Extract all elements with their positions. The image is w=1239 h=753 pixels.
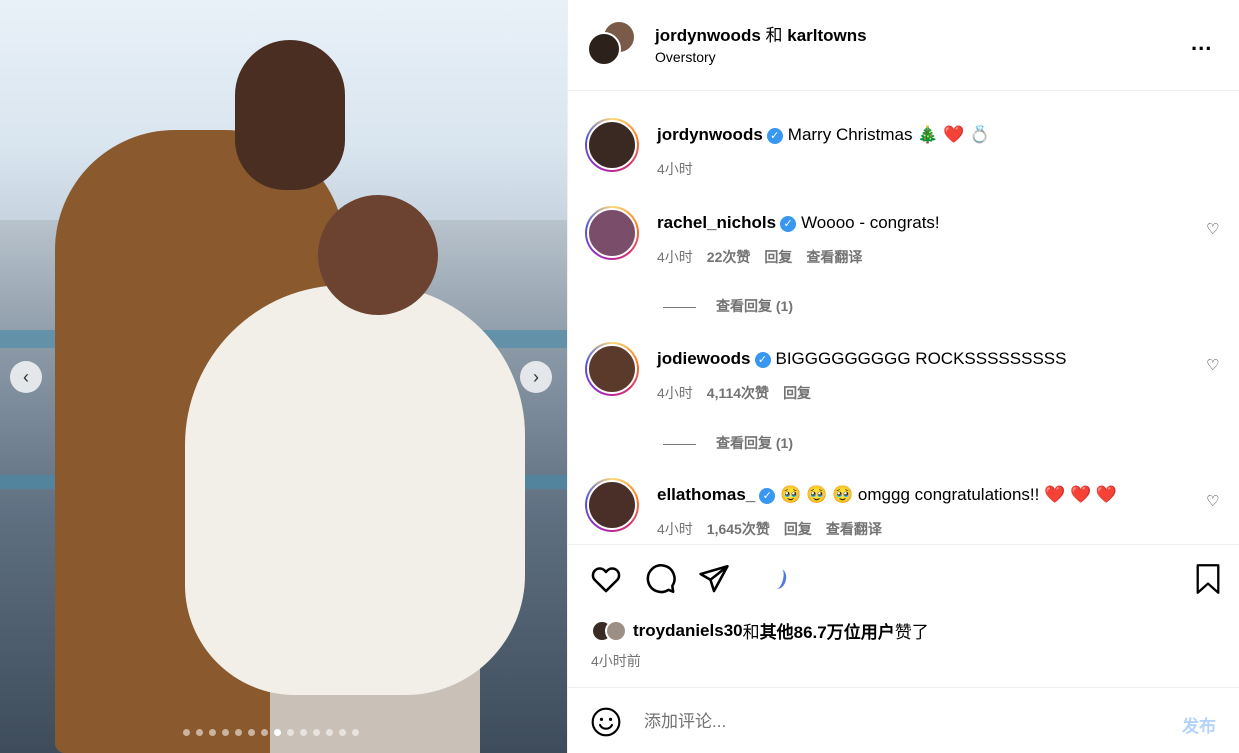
reply-button[interactable]: 回复 <box>783 385 811 401</box>
reply-button[interactable]: 回复 <box>784 521 812 537</box>
caption-body: Marry Christmas 🎄 ❤️ 💍 <box>787 125 991 144</box>
carousel-dots <box>183 729 359 736</box>
caption-text: jordynwoods ✓ Marry Christmas 🎄 ❤️ 💍 <box>657 125 990 145</box>
post-timestamp[interactable]: 4小时前 <box>591 651 641 671</box>
translate-button[interactable]: 查看翻译 <box>806 249 862 265</box>
chevron-right-icon: › <box>533 366 539 387</box>
emoji-icon[interactable] <box>590 706 622 738</box>
avatar[interactable] <box>585 206 639 260</box>
avatar <box>605 619 627 642</box>
view-replies-button[interactable]: 查看回复 (1) <box>663 433 793 453</box>
carousel-dot <box>300 729 307 736</box>
carousel-dot <box>235 729 242 736</box>
loading-spinner-icon <box>769 567 789 591</box>
carousel-dot <box>287 729 294 736</box>
verified-badge-icon: ✓ <box>780 216 797 232</box>
likes-others[interactable]: 其他86.7万位用户 <box>760 618 895 643</box>
comment-input[interactable] <box>644 710 1164 734</box>
chevron-left-icon: ‹ <box>23 366 29 387</box>
comment-body: BIGGGGGGGGG ROCKSSSSSSSSS <box>775 349 1067 368</box>
comment-icon[interactable] <box>643 562 677 596</box>
likes-suffix: 赞了 <box>894 623 929 642</box>
bookmark-icon[interactable] <box>1194 563 1222 595</box>
verified-badge-icon: ✓ <box>759 488 776 504</box>
avatar[interactable] <box>585 478 639 532</box>
caption-meta: 4小时 <box>657 159 707 179</box>
liker-username[interactable]: troydaniels30 <box>633 621 743 641</box>
photo-woman-fur-coat <box>185 285 525 695</box>
share-icon[interactable] <box>697 562 731 596</box>
timestamp[interactable]: 4小时 <box>657 521 693 537</box>
view-replies-button[interactable]: 查看回复 (1) <box>663 296 793 316</box>
like-count[interactable]: 4,114次赞 <box>707 385 769 401</box>
carousel-prev-button[interactable]: ‹ <box>10 361 42 393</box>
verified-badge-icon: ✓ <box>754 352 771 368</box>
translate-button[interactable]: 查看翻译 <box>826 521 882 537</box>
username-link[interactable]: ellathomas_ <box>657 485 755 504</box>
author-link[interactable]: karltowns <box>787 26 866 45</box>
carousel-dot <box>209 729 216 736</box>
post-authors: jordynwoods 和 karltowns <box>655 21 867 46</box>
post-detail-panel: jordynwoods 和 karltowns Overstory ... jo… <box>567 0 1239 753</box>
carousel-dot <box>274 729 281 736</box>
comments-list[interactable]: jordynwoods ✓ Marry Christmas 🎄 ❤️ 💍 4小时 r… <box>568 92 1239 544</box>
timestamp[interactable]: 4小时 <box>657 161 693 177</box>
comment-body: 🥹 🥹 🥹 omggg congratulations!! ❤️ ❤️ ❤️ <box>780 485 1118 504</box>
verified-badge-icon: ✓ <box>766 128 783 144</box>
carousel-dot <box>222 729 229 736</box>
heart-icon[interactable]: ♡ <box>1206 356 1219 374</box>
action-icons <box>589 562 731 596</box>
post-button[interactable]: 发布 <box>1182 712 1216 737</box>
username-link[interactable]: rachel_nichols <box>657 213 776 232</box>
like-count[interactable]: 1,645次赞 <box>707 521 770 537</box>
comment-meta: 4小时 4,114次赞 回复 <box>657 383 825 403</box>
timestamp[interactable]: 4小时 <box>657 385 693 401</box>
heart-icon[interactable]: ♡ <box>1206 492 1219 510</box>
comment-text: jodiewoods ✓ BIGGGGGGGGG ROCKSSSSSSSSS <box>657 349 1066 369</box>
comment-text: ellathomas_ ✓ 🥹 🥹 🥹 omggg congratulations!… <box>657 485 1117 505</box>
comment-composer: 发布 <box>568 687 1239 753</box>
comment-meta: 4小时 1,645次赞 回复 查看翻译 <box>657 519 896 539</box>
avatar[interactable] <box>585 342 639 396</box>
post-location[interactable]: Overstory <box>655 49 716 65</box>
comment-body: Woooo - congrats! <box>801 213 940 232</box>
carousel-dot <box>196 729 203 736</box>
post-actions: troydaniels30 和 其他86.7万位用户 赞了 4小时前 <box>568 544 1239 687</box>
carousel-dot <box>313 729 320 736</box>
like-count[interactable]: 22次赞 <box>707 249 751 265</box>
divider <box>663 443 696 445</box>
more-options-icon[interactable]: ... <box>1191 30 1212 56</box>
photo-man-head <box>235 40 345 190</box>
carousel-dot <box>339 729 346 736</box>
carousel-dot <box>248 729 255 736</box>
carousel-dot <box>326 729 333 736</box>
likes-conjunction: 和 <box>742 623 760 642</box>
divider <box>663 306 696 308</box>
avatar <box>587 32 621 66</box>
username-link[interactable]: jordynwoods <box>657 125 763 144</box>
likes-summary[interactable]: troydaniels30 和 其他86.7万位用户 赞了 <box>591 618 929 643</box>
comment-text: rachel_nichols ✓ Woooo - congrats! <box>657 213 940 233</box>
carousel-dot <box>261 729 268 736</box>
heart-icon[interactable]: ♡ <box>1206 220 1219 238</box>
author-link[interactable]: jordynwoods <box>655 26 761 45</box>
photo-woman-head <box>318 195 438 315</box>
post-photo[interactable]: ‹ › <box>0 0 567 753</box>
timestamp[interactable]: 4小时 <box>657 249 693 265</box>
reply-button[interactable]: 回复 <box>764 249 792 265</box>
heart-icon[interactable] <box>589 562 623 596</box>
collab-avatars[interactable] <box>587 20 637 68</box>
conjunction: 和 <box>765 26 783 45</box>
avatar[interactable] <box>585 118 639 172</box>
view-replies-label: 查看回复 (1) <box>716 298 793 314</box>
carousel-dot <box>352 729 359 736</box>
comment-meta: 4小时 22次赞 回复 查看翻译 <box>657 247 876 267</box>
post-header: jordynwoods 和 karltowns Overstory ... <box>568 0 1239 91</box>
view-replies-label: 查看回复 (1) <box>716 435 793 451</box>
username-link[interactable]: jodiewoods <box>657 349 751 368</box>
carousel-next-button[interactable]: › <box>520 361 552 393</box>
carousel-dot <box>183 729 190 736</box>
